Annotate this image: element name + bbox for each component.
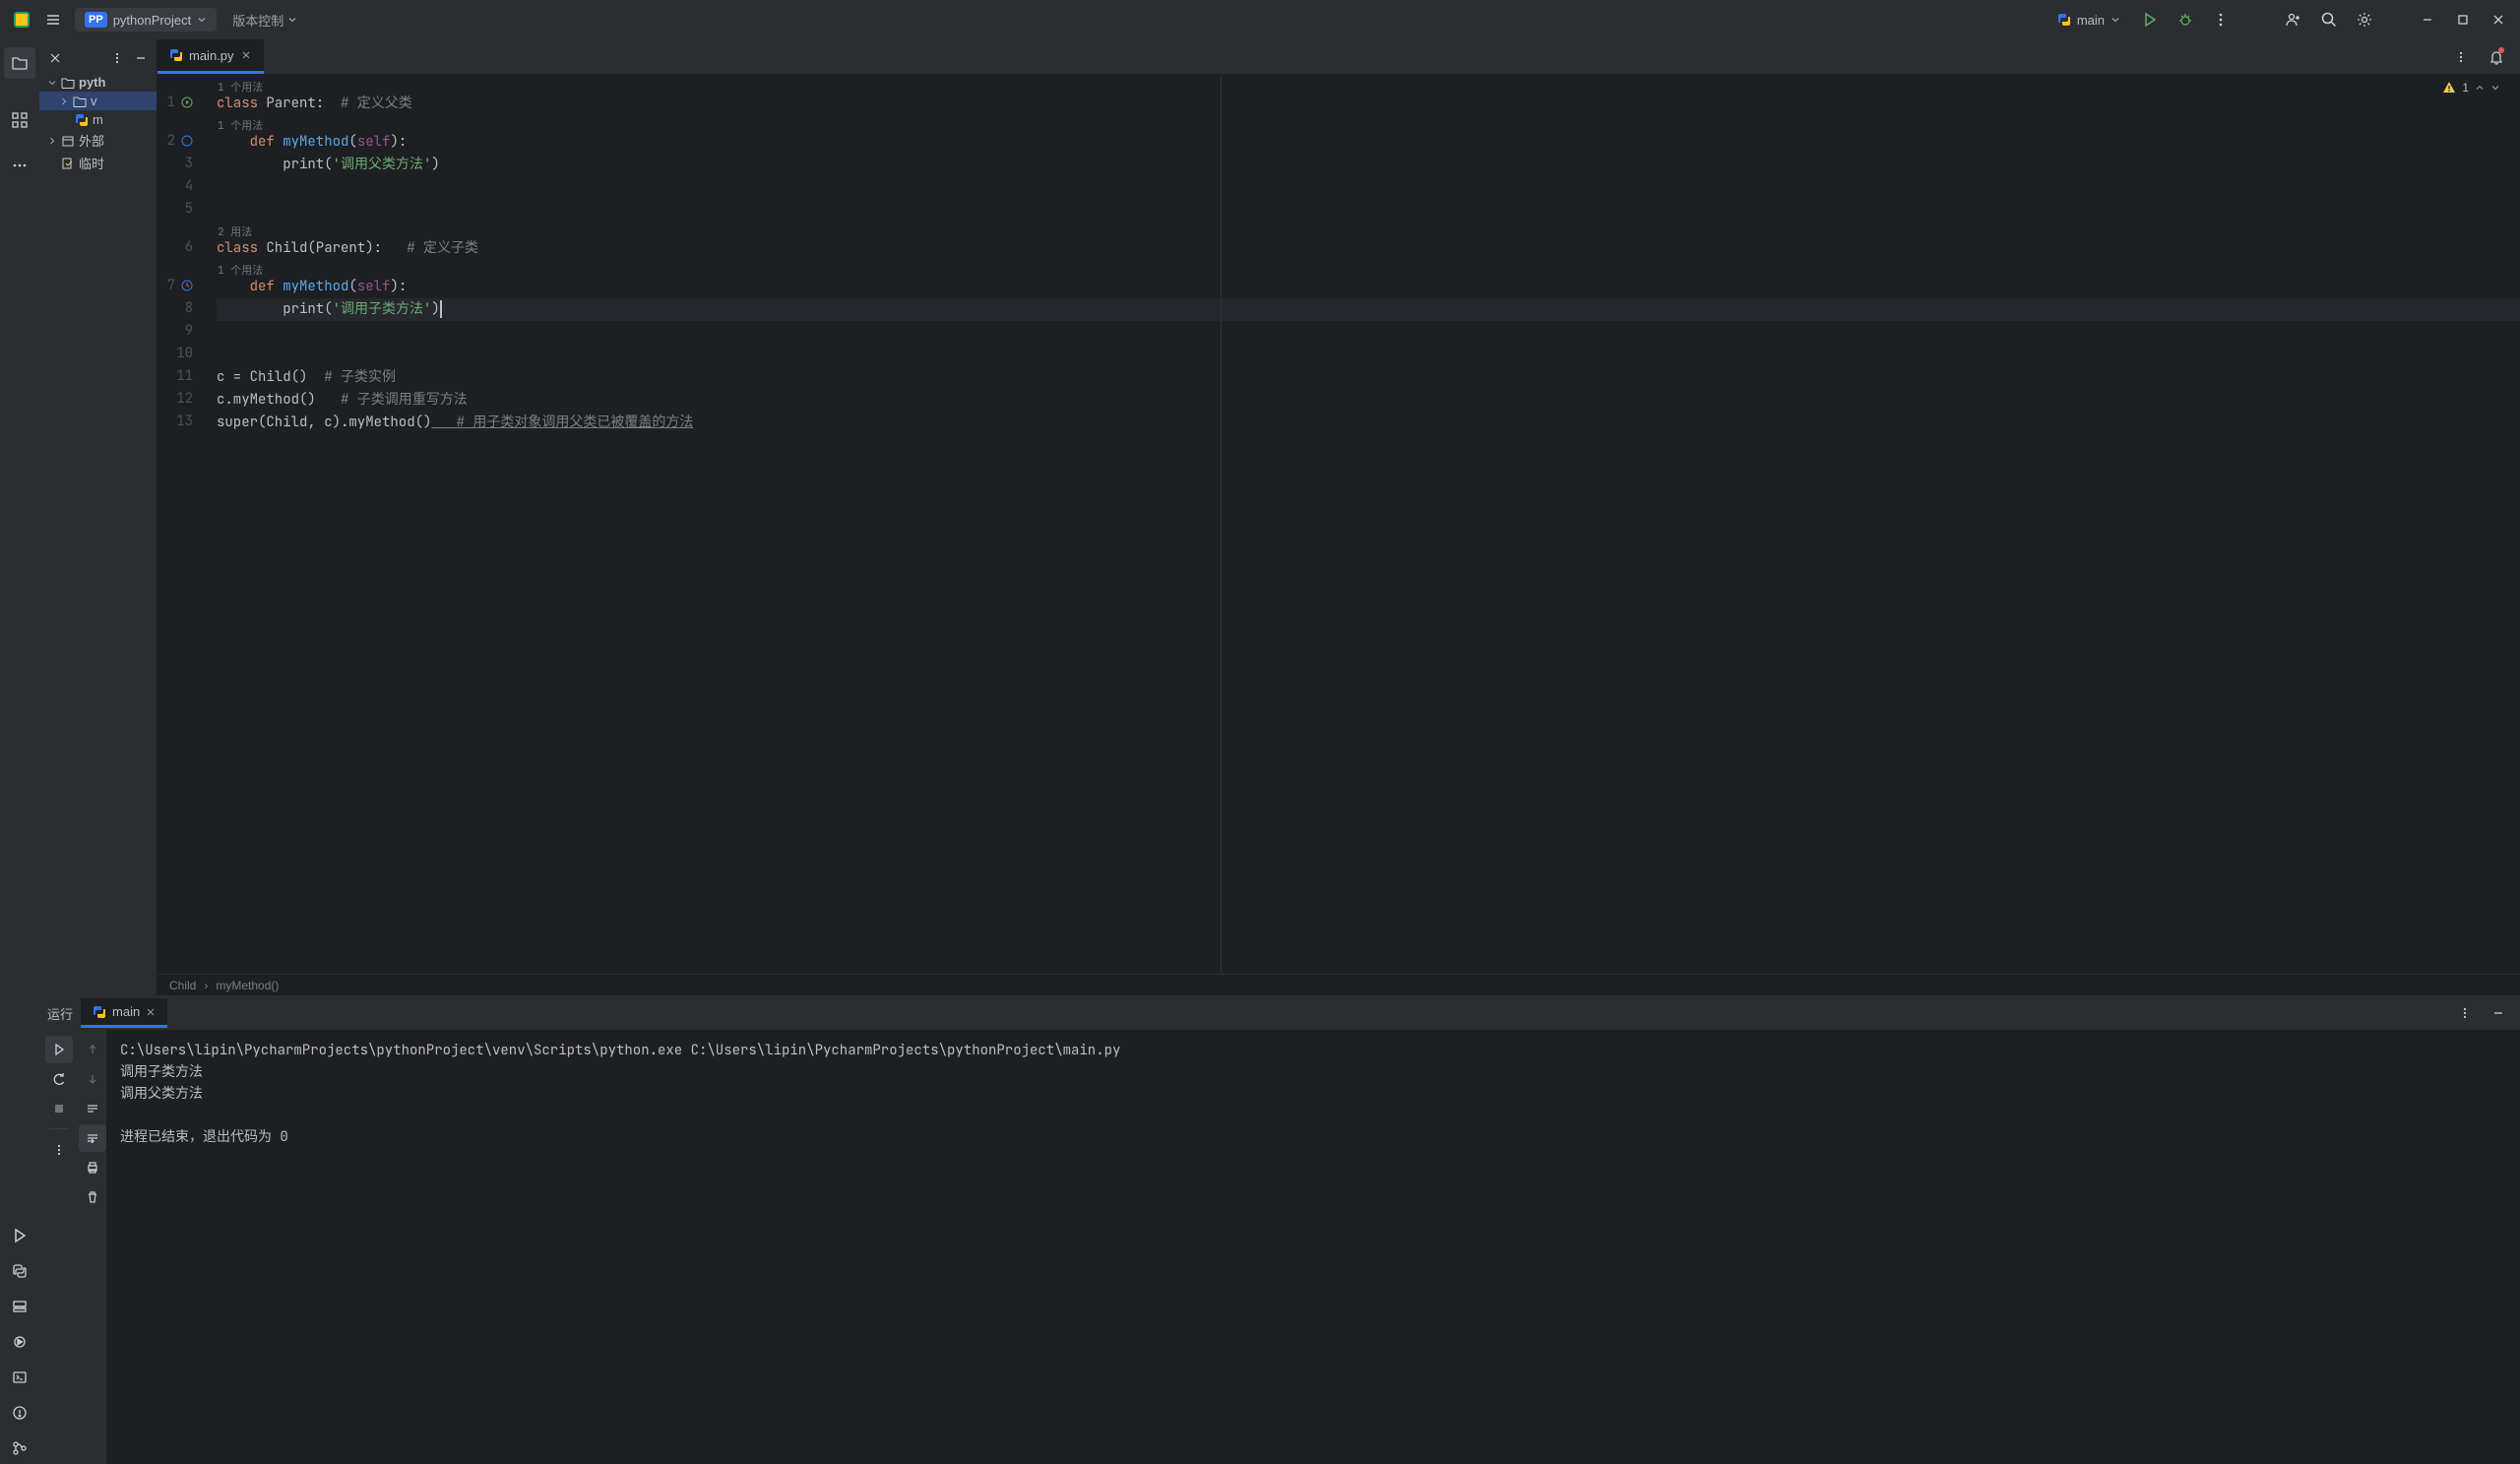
search-everywhere-button[interactable] bbox=[2315, 6, 2343, 33]
structure-tool-button[interactable] bbox=[4, 104, 35, 136]
notification-badge bbox=[2498, 47, 2504, 53]
python-icon bbox=[93, 1005, 106, 1019]
scroll-up-button[interactable] bbox=[79, 1036, 106, 1063]
run-tool-button[interactable] bbox=[4, 1220, 35, 1251]
more-actions-button[interactable] bbox=[2207, 6, 2235, 33]
close-button[interactable] bbox=[2485, 6, 2512, 33]
right-margin-ruler bbox=[1221, 75, 1222, 974]
warning-icon bbox=[2442, 81, 2456, 95]
run-panel-menu[interactable] bbox=[2451, 999, 2479, 1027]
vcs-menu[interactable]: 版本控制 bbox=[232, 11, 297, 30]
stop-button[interactable] bbox=[45, 1095, 73, 1122]
tree-main-file[interactable]: m bbox=[39, 110, 157, 129]
override-icon[interactable] bbox=[181, 135, 193, 147]
python-console-button[interactable] bbox=[4, 1291, 35, 1322]
run-button[interactable] bbox=[2136, 6, 2164, 33]
hide-panel-button[interactable] bbox=[45, 48, 65, 68]
tab-main[interactable]: main.py bbox=[158, 39, 264, 74]
run-gutter-icon[interactable] bbox=[181, 96, 193, 108]
scratch-icon bbox=[61, 157, 75, 170]
problems-button[interactable] bbox=[4, 1397, 35, 1429]
notifications-button[interactable] bbox=[2483, 43, 2510, 71]
editor-body[interactable]: 1 2 3 4 5 6 7 8 9 10 11 12 bbox=[158, 75, 2520, 974]
chevron-down-icon bbox=[197, 15, 207, 25]
code-with-me-button[interactable] bbox=[2280, 6, 2307, 33]
tree-scratch[interactable]: 临时 bbox=[39, 152, 157, 174]
clear-button[interactable] bbox=[79, 1183, 106, 1211]
console-line: 进程已结束，退出代码为 0 bbox=[120, 1126, 2506, 1148]
tree-venv[interactable]: v bbox=[39, 92, 157, 110]
rerun-button[interactable] bbox=[45, 1036, 73, 1063]
tree-external[interactable]: 外部 bbox=[39, 129, 157, 152]
chevron-right-icon bbox=[59, 96, 69, 106]
chevron-down-icon bbox=[2110, 15, 2120, 25]
chevron-up-icon[interactable] bbox=[2475, 83, 2485, 93]
python-packages-button[interactable] bbox=[4, 1255, 35, 1287]
project-panel-header bbox=[39, 43, 157, 73]
editor-menu-button[interactable] bbox=[2447, 43, 2475, 71]
minimize-button[interactable] bbox=[2414, 6, 2441, 33]
app-icon[interactable] bbox=[8, 6, 35, 33]
folder-icon bbox=[73, 95, 87, 108]
panel-collapse-button[interactable] bbox=[131, 48, 151, 68]
inspection-widget[interactable]: 1 bbox=[2442, 81, 2500, 95]
print-button[interactable] bbox=[79, 1154, 106, 1181]
settings-button[interactable] bbox=[2351, 6, 2378, 33]
maximize-button[interactable] bbox=[2449, 6, 2477, 33]
panel-menu-button[interactable] bbox=[107, 48, 127, 68]
close-icon[interactable] bbox=[146, 1007, 156, 1017]
run-label: 运行 bbox=[47, 1004, 73, 1023]
more-run-actions[interactable] bbox=[45, 1136, 73, 1164]
breadcrumb-class[interactable]: Child bbox=[169, 979, 196, 992]
project-panel: pyth v m 外部 临时 bbox=[39, 39, 158, 995]
softwrap-button[interactable] bbox=[79, 1095, 106, 1122]
rerun-last-button[interactable] bbox=[45, 1065, 73, 1093]
console-line: 调用父类方法 bbox=[120, 1083, 2506, 1105]
chevron-down-icon bbox=[47, 78, 57, 88]
vcs-button[interactable] bbox=[4, 1432, 35, 1464]
python-icon bbox=[169, 48, 183, 62]
title-bar: PP pythonProject 版本控制 main bbox=[0, 0, 2520, 39]
scroll-to-end-button[interactable] bbox=[79, 1124, 106, 1152]
gutter: 1 2 3 4 5 6 7 8 9 10 11 12 bbox=[158, 75, 217, 974]
chevron-down-icon bbox=[287, 15, 297, 25]
breadcrumb-method[interactable]: myMethod() bbox=[216, 979, 279, 992]
console-line: C:\Users\lipin\PycharmProjects\pythonPro… bbox=[120, 1040, 2506, 1061]
folder-icon bbox=[61, 76, 75, 90]
console-output[interactable]: C:\Users\lipin\PycharmProjects\pythonPro… bbox=[106, 1030, 2520, 1464]
code-content[interactable]: 1 个用法 class Parent: # 定义父类 1 个用法 def myM… bbox=[217, 75, 2520, 974]
chevron-right-icon bbox=[47, 136, 57, 146]
terminal-button[interactable] bbox=[4, 1362, 35, 1393]
project-badge: PP bbox=[85, 12, 107, 28]
project-name: pythonProject bbox=[113, 13, 192, 28]
run-tab-main[interactable]: main bbox=[81, 998, 167, 1028]
library-icon bbox=[61, 134, 75, 148]
close-icon[interactable] bbox=[240, 49, 252, 61]
more-tool-button[interactable] bbox=[4, 150, 35, 181]
editor: main.py bbox=[158, 39, 2520, 995]
python-icon bbox=[75, 113, 89, 127]
scroll-down-button[interactable] bbox=[79, 1065, 106, 1093]
console-line: 调用子类方法 bbox=[120, 1061, 2506, 1083]
override-marker-icon[interactable] bbox=[181, 280, 193, 291]
run-configuration[interactable]: main bbox=[2049, 9, 2128, 32]
project-tool-button[interactable] bbox=[4, 47, 35, 79]
main-menu-button[interactable] bbox=[39, 6, 67, 33]
run-toolbar bbox=[39, 1030, 79, 1464]
hide-run-panel[interactable] bbox=[2485, 999, 2512, 1027]
run-panel: 运行 main bbox=[39, 995, 2520, 1464]
debug-button[interactable] bbox=[2172, 6, 2199, 33]
python-icon bbox=[2057, 13, 2071, 27]
breadcrumb: Child › myMethod() bbox=[158, 974, 2520, 995]
left-tool-rail bbox=[0, 39, 39, 1464]
services-button[interactable] bbox=[4, 1326, 35, 1358]
chevron-down-icon[interactable] bbox=[2490, 83, 2500, 93]
project-selector[interactable]: PP pythonProject bbox=[75, 8, 217, 32]
tree-root[interactable]: pyth bbox=[39, 73, 157, 92]
